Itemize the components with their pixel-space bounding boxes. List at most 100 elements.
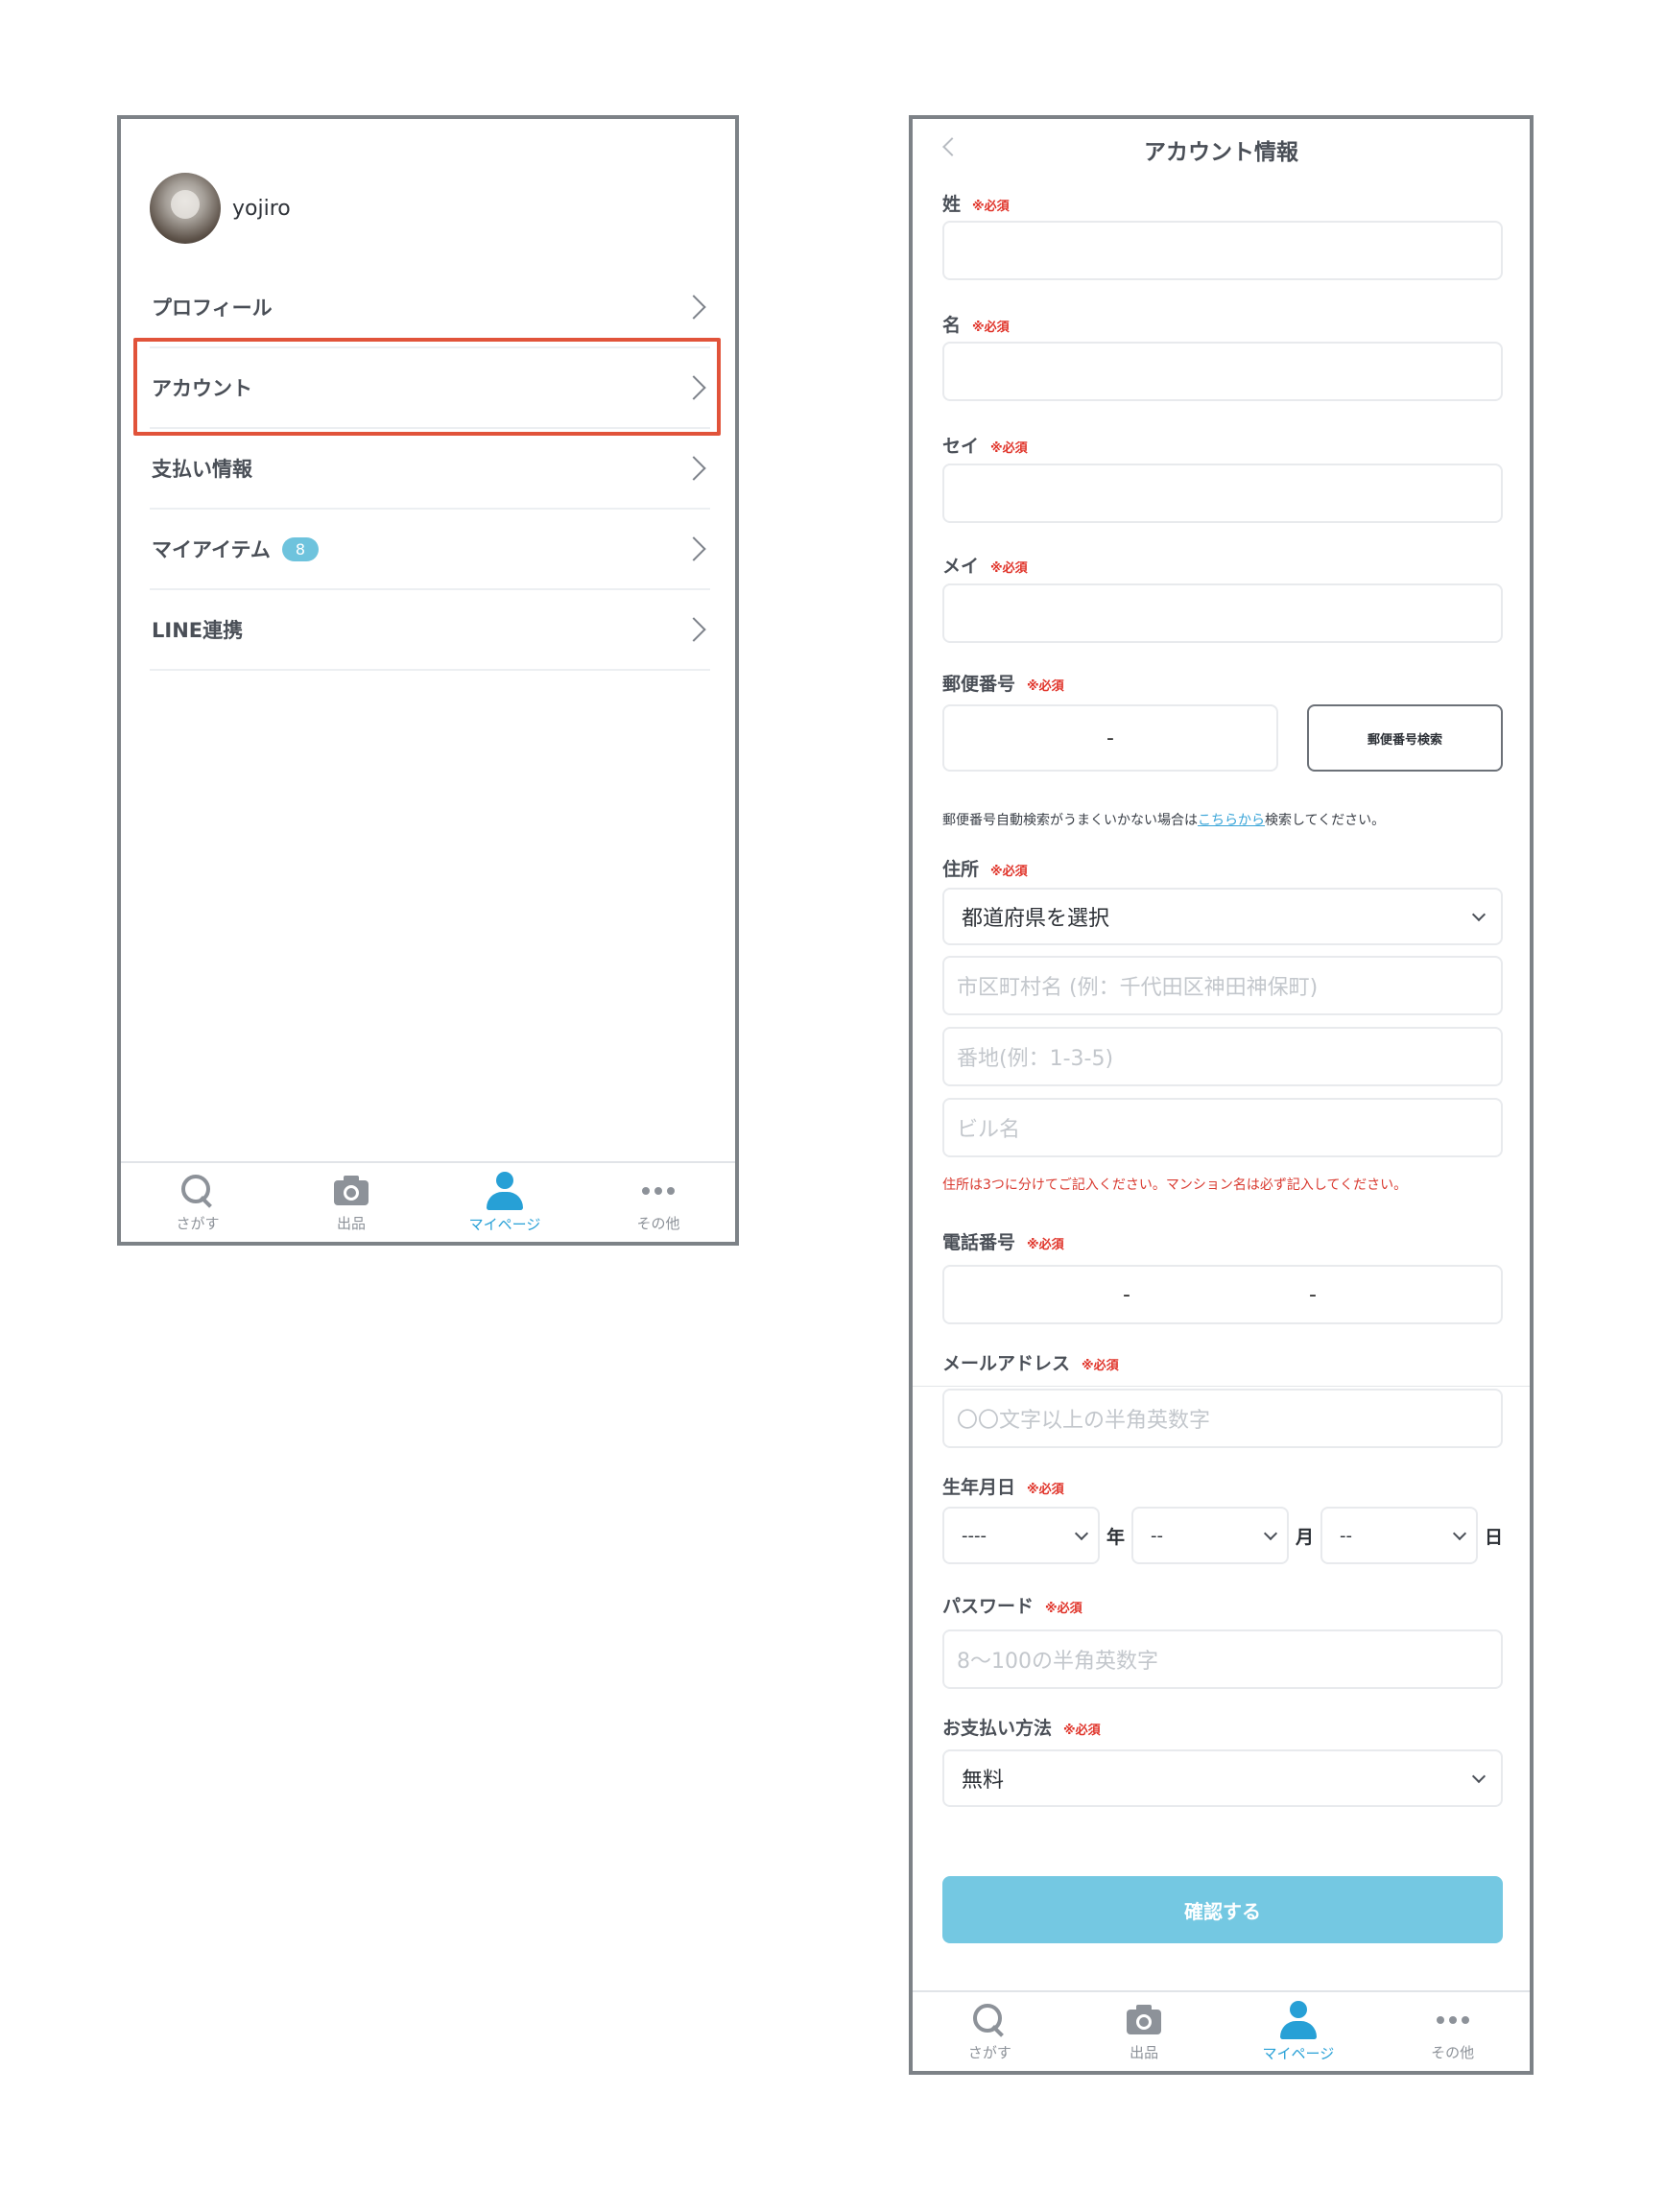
menu-item-payment-info[interactable]: 支払い情報: [150, 429, 710, 510]
tab-search[interactable]: さがす: [121, 1163, 274, 1242]
month-unit: 月: [1296, 1526, 1315, 1548]
required-badge: ※必須: [1045, 1602, 1082, 1616]
email-input[interactable]: 〇〇文字以上の半角英数字: [942, 1389, 1503, 1448]
tab-label: マイページ: [468, 1215, 541, 1233]
confirm-button[interactable]: 確認する: [942, 1876, 1503, 1943]
chevron-right-icon: [681, 456, 706, 481]
person-icon: [485, 1171, 525, 1210]
birth-year-value: ----: [962, 1525, 987, 1546]
camera-icon: [1126, 2002, 1162, 2038]
required-badge: ※必須: [1082, 1359, 1119, 1373]
birth-day-value: --: [1340, 1525, 1353, 1546]
first-name-input[interactable]: [942, 342, 1503, 401]
tab-mypage[interactable]: マイページ: [1222, 1992, 1376, 2071]
field-label: お支払い方法: [942, 1718, 1053, 1739]
prefecture-value: 都道府県を選択: [962, 907, 1110, 931]
tab-sell[interactable]: 出品: [274, 1163, 428, 1242]
chevron-right-icon: [681, 295, 706, 320]
payment-select[interactable]: 無料: [942, 1749, 1503, 1807]
search-icon: [179, 1173, 216, 1209]
tab-other[interactable]: その他: [582, 1163, 735, 1242]
postal-code-input[interactable]: -: [942, 704, 1278, 772]
first-kana-label: メイ ※必須: [942, 552, 1028, 578]
birthday-label: 生年月日 ※必須: [942, 1473, 1064, 1499]
field-label: 電話番号: [942, 1232, 1016, 1253]
chevron-down-icon: [1263, 1526, 1278, 1540]
tab-other[interactable]: その他: [1375, 1992, 1530, 2071]
street-placeholder: 番地(例：1-3-5): [957, 1047, 1114, 1071]
required-badge: ※必須: [972, 200, 1010, 214]
menu-item-account[interactable]: アカウント: [150, 348, 710, 429]
postal-search-button[interactable]: 郵便番号検索: [1307, 704, 1503, 772]
tab-search[interactable]: さがす: [913, 1992, 1067, 2071]
postal-note-text: 郵便番号自動検索がうまくいかない場合は: [942, 813, 1198, 828]
tab-label: その他: [636, 1214, 680, 1232]
field-label: メイ: [942, 556, 980, 577]
tab-label: 出品: [1130, 2043, 1159, 2061]
menu-item-label: 支払い情報: [152, 458, 252, 481]
year-unit: 年: [1106, 1526, 1126, 1548]
chevron-right-icon: [681, 375, 706, 400]
menu-item-label: LINE連携: [152, 619, 244, 642]
building-input[interactable]: ビル名: [942, 1098, 1503, 1157]
birth-day-select[interactable]: --: [1320, 1507, 1479, 1564]
tab-sell[interactable]: 出品: [1067, 1992, 1222, 2071]
chevron-down-icon: [1471, 907, 1487, 921]
payment-value: 無料: [962, 1769, 1005, 1793]
back-icon[interactable]: [942, 137, 962, 156]
tab-label: さがす: [176, 1214, 220, 1232]
last-kana-label: セイ ※必須: [942, 432, 1028, 458]
last-name-input[interactable]: [942, 221, 1503, 280]
tab-label: その他: [1431, 2043, 1475, 2061]
postal-search-link[interactable]: こちらから: [1198, 813, 1265, 828]
page-title: アカウント情報: [1144, 140, 1298, 165]
divider: [913, 1386, 1530, 1387]
phone-label: 電話番号 ※必須: [942, 1228, 1064, 1254]
chevron-down-icon: [1452, 1526, 1467, 1540]
field-label: 郵便番号: [942, 674, 1016, 695]
phone-input[interactable]: - -: [942, 1265, 1503, 1324]
account-info-screen: アカウント情報 姓 ※必須 名 ※必須 セイ ※必須 メイ ※必須 郵便番号 ※…: [909, 115, 1534, 2075]
required-badge: ※必須: [1027, 679, 1064, 694]
field-label: セイ: [942, 436, 980, 457]
prefecture-select[interactable]: 都道府県を選択: [942, 888, 1503, 945]
birth-year-select[interactable]: ----: [942, 1507, 1100, 1564]
required-badge: ※必須: [990, 561, 1028, 576]
count-badge: 8: [281, 536, 320, 561]
tab-label: さがす: [967, 2043, 1011, 2061]
street-input[interactable]: 番地(例：1-3-5): [942, 1027, 1503, 1086]
first-name-label: 名 ※必須: [942, 311, 1010, 337]
header: アカウント情報: [913, 119, 1530, 180]
tab-label: マイページ: [1262, 2044, 1335, 2062]
username: yojiro: [232, 196, 291, 221]
menu-item-profile[interactable]: プロフィール: [150, 268, 710, 348]
last-name-label: 姓 ※必須: [942, 190, 1010, 216]
city-input[interactable]: 市区町村名 (例：千代田区神田神保町): [942, 956, 1503, 1015]
chevron-right-icon: [681, 536, 706, 561]
last-kana-input[interactable]: [942, 464, 1503, 523]
password-input[interactable]: 8〜100の半角英数字: [942, 1629, 1503, 1689]
required-badge: ※必須: [972, 321, 1010, 335]
user-row[interactable]: yojiro: [150, 173, 291, 244]
tab-bar: さがす 出品 マイページ その他: [913, 1990, 1530, 2071]
required-badge: ※必須: [990, 865, 1028, 879]
building-placeholder: ビル名: [957, 1118, 1021, 1142]
birthday-row: ---- 年 -- 月 -- 日: [942, 1507, 1510, 1564]
password-label: パスワード ※必須: [942, 1592, 1082, 1618]
required-badge: ※必須: [1027, 1483, 1064, 1497]
more-icon: [642, 1173, 675, 1209]
tab-mypage[interactable]: マイページ: [428, 1163, 582, 1242]
chevron-down-icon: [1074, 1526, 1089, 1540]
address-note: 住所は3つに分けてご記入ください。マンション名は必ず記入してください。: [942, 1177, 1408, 1193]
birth-month-select[interactable]: --: [1131, 1507, 1290, 1564]
payment-label: お支払い方法 ※必須: [942, 1714, 1101, 1740]
menu-item-line[interactable]: LINE連携: [150, 590, 710, 671]
search-icon: [971, 2002, 1008, 2038]
required-badge: ※必須: [990, 441, 1028, 456]
menu-item-my-items[interactable]: マイアイテム 8: [150, 510, 710, 590]
field-label: 生年月日: [942, 1477, 1016, 1498]
phone-separator: -: [1123, 1282, 1130, 1307]
first-kana-input[interactable]: [942, 583, 1503, 643]
mypage-menu: プロフィール アカウント 支払い情報 マイアイテム 8 LINE連携: [150, 268, 710, 671]
birth-month-value: --: [1151, 1525, 1164, 1546]
